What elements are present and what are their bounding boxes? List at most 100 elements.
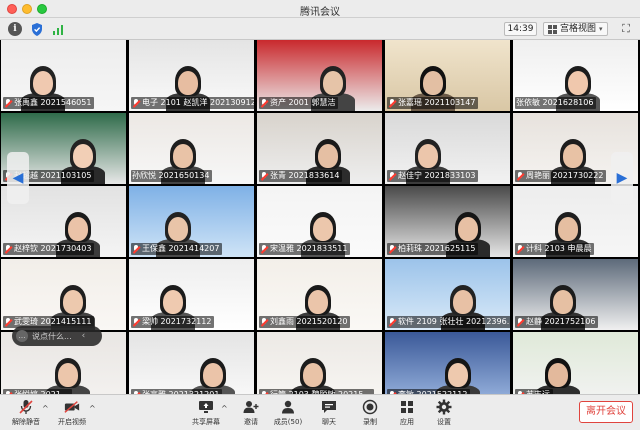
participant-tile[interactable]: 张青 2021833614 — [257, 113, 382, 184]
apps-label: 应用 — [400, 418, 414, 426]
participant-tile[interactable]: 资产 2001 郭慧洁 — [257, 40, 382, 111]
muted-mic-icon — [4, 244, 12, 254]
members-button[interactable]: 成员(50) — [266, 399, 310, 427]
person-face — [563, 144, 583, 168]
participant-name: 软件 2109 张壮壮 20212396... — [398, 317, 510, 326]
participant-name-bar: 张依敏 2021628106 — [515, 97, 597, 109]
participant-tile[interactable]: 李敏 2021522112 — [385, 332, 510, 403]
person-face — [168, 217, 188, 241]
chevron-down-icon: ▾ — [599, 25, 603, 33]
person-face — [58, 363, 78, 387]
previous-page-button[interactable]: ◀ — [7, 152, 29, 204]
participant-tile[interactable]: 张嘉瑶 2021103147 — [385, 40, 510, 111]
participant-name: 张嘉瑶 2021103147 — [398, 98, 476, 107]
participant-name: 宋温雅 2021833511 — [270, 244, 348, 253]
participant-name: 张依敏 2021628106 — [516, 98, 594, 107]
participant-tile[interactable]: 张高雅 2021321201 — [129, 332, 254, 403]
settings-label: 设置 — [437, 418, 451, 426]
person-face — [568, 71, 588, 95]
person-face — [323, 71, 343, 95]
participant-name-bar: 张嘉瑶 2021103147 — [387, 97, 479, 109]
participant-tile[interactable]: 刘鑫雨 2021520120 — [257, 259, 382, 330]
participant-tile[interactable]: 孙欣悦 2021650134 — [129, 113, 254, 184]
muted-mic-icon — [516, 171, 524, 181]
participant-name-bar: 张青 2021833614 — [259, 170, 343, 182]
unmute-label: 解除静音 — [12, 418, 40, 426]
share-screen-label: 共享屏幕 — [192, 418, 220, 426]
window-title: 腾讯会议 — [300, 7, 340, 18]
participant-name-bar: 梁帅 2021732112 — [131, 316, 215, 328]
participant-tile[interactable]: 软件 2109 张壮壮 20212396... — [385, 259, 510, 330]
leave-meeting-button[interactable]: 离开会议 — [579, 401, 633, 423]
muted-mic-icon — [388, 317, 396, 327]
chat-label: 聊天 — [322, 418, 336, 426]
invite-label: 邀请 — [244, 418, 258, 426]
grid-icon — [548, 24, 557, 34]
view-label: 宫格视图 — [560, 24, 597, 34]
person-face — [418, 144, 438, 168]
members-label: 成员(50) — [273, 418, 303, 426]
fullscreen-icon[interactable]: ⛶ — [619, 22, 633, 36]
chevron-right-icon: ▶ — [616, 170, 628, 186]
participant-tile[interactable]: 武雯琦 2021415111 — [1, 259, 126, 330]
participant-name-bar: 赵佳宁 2021833103 — [387, 170, 479, 182]
record-label: 录制 — [363, 418, 377, 426]
view-switch-button[interactable]: 宫格视图 ▾ — [543, 22, 608, 36]
person-face — [308, 290, 328, 314]
meeting-window: 腾讯会议 i 14:39 宫格视图 ▾ ⛶ 张禹鑫 2021546051 电子 2… — [0, 0, 640, 430]
chat-bubble-icon: … — [16, 330, 28, 342]
participant-tile[interactable]: 张依敏 2021628106 — [513, 40, 638, 111]
person-face — [73, 144, 93, 168]
participant-tile[interactable]: 电子 2101 赵凯洋 2021309121 — [129, 40, 254, 111]
share-options-chevron-icon[interactable]: ^ — [221, 404, 228, 413]
participant-name: 孙欣悦 2021650134 — [132, 171, 210, 180]
person-face — [33, 71, 53, 95]
video-options-chevron-icon[interactable]: ^ — [89, 404, 96, 413]
participant-name-bar: 赵静 2021752106 — [515, 316, 599, 328]
info-icon[interactable]: i — [8, 22, 22, 36]
person-face — [173, 144, 193, 168]
participant-name-bar: 王保鑫 2021414207 — [131, 243, 223, 255]
next-page-button[interactable]: ▶ — [611, 152, 633, 204]
video-off-icon — [64, 399, 80, 415]
record-icon — [362, 399, 378, 415]
participant-name-bar: 柏莉珠 2021625115 — [387, 243, 479, 255]
chat-button[interactable]: 聊天 — [307, 399, 351, 427]
person-face — [203, 363, 223, 387]
person-face — [68, 217, 88, 241]
participant-tile[interactable]: 苏韦远 — [513, 332, 638, 403]
participant-name: 计科 2103 申晨晨 — [526, 244, 592, 253]
add-user-icon — [243, 399, 259, 415]
participant-name-bar: 软件 2109 张壮壮 20212396... — [387, 316, 510, 328]
chat-icon — [321, 399, 337, 415]
participant-name-bar: 赵梓钦 2021730403 — [3, 243, 95, 255]
shield-icon[interactable] — [30, 22, 44, 36]
participant-tile[interactable]: 柏莉珠 2021625115 — [385, 186, 510, 257]
chat-preview[interactable]: … 说点什么... ‹ — [12, 326, 102, 346]
participant-name-bar: 宋温雅 2021833511 — [259, 243, 351, 255]
person-face — [453, 290, 473, 314]
chevron-left-icon: ◀ — [12, 170, 24, 186]
audio-options-chevron-icon[interactable]: ^ — [42, 404, 49, 413]
signal-icon[interactable] — [51, 22, 65, 36]
members-icon — [280, 399, 296, 415]
start-video-button[interactable]: 开启视频 — [50, 399, 94, 427]
bottom-toolbar: 解除静音 ^ 开启视频 ^ 共享屏幕 ^ 邀请 成员(50) 聊天 录制 应用 … — [0, 394, 640, 430]
person-face — [63, 290, 83, 314]
participant-tile[interactable]: 赵佳宁 2021833103 — [385, 113, 510, 184]
participant-tile[interactable]: 宋温雅 2021833511 — [257, 186, 382, 257]
participant-tile[interactable]: 梁帅 2021732112 — [129, 259, 254, 330]
person-face — [558, 217, 578, 241]
participant-tile[interactable]: 张禹鑫 2021546051 — [1, 40, 126, 111]
participant-tile[interactable]: 行管 2103 魏聪敏 20215... — [257, 332, 382, 403]
muted-mic-icon — [388, 98, 396, 108]
person-face — [553, 290, 573, 314]
chevron-left-icon[interactable]: ‹ — [82, 331, 86, 341]
settings-button[interactable]: 设置 — [422, 399, 466, 427]
participant-tile[interactable]: 赵静 2021752106 — [513, 259, 638, 330]
participant-tile[interactable]: 王保鑫 2021414207 — [129, 186, 254, 257]
person-face — [548, 363, 568, 387]
person-face — [313, 217, 333, 241]
participant-name: 张青 2021833614 — [270, 171, 340, 180]
participant-name-bar: 电子 2101 赵凯洋 2021309121 — [131, 97, 254, 109]
